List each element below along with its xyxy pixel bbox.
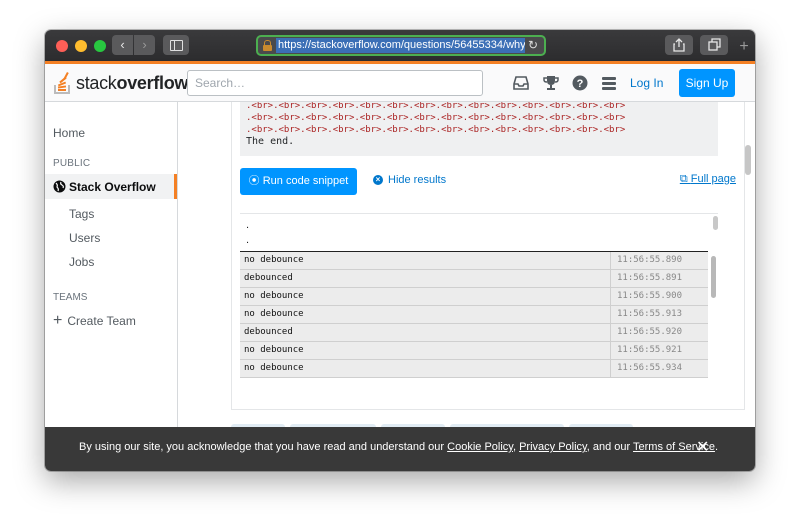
external-link-icon: ⧉: [679, 173, 691, 185]
code-line: .<br>.<br>.<br>.<br>.<br>.<br>.<br>.<br>…: [246, 125, 626, 135]
code-snippet: .<br>.<br>.<br>.<br>.<br>.<br>.<br>.<br>…: [231, 102, 745, 410]
snippet-result-frame[interactable]: . . no debounce 11:56:55.890 debounced 11:…: [240, 213, 718, 379]
address-bar[interactable]: https://stackoverflow.com/questions/5645…: [256, 35, 546, 56]
cookie-banner: By using our site, you acknowledge that …: [45, 427, 755, 471]
log-row: debounced 11:56:55.891: [240, 270, 708, 288]
result-output: . .: [246, 218, 249, 248]
sidebar-item-tags[interactable]: Tags: [69, 207, 94, 221]
forward-button[interactable]: ›: [134, 35, 155, 55]
search-input[interactable]: [188, 71, 482, 95]
log-row: no debounce 11:56:55.934: [240, 360, 708, 378]
cookie-suffix: .: [714, 441, 719, 453]
show-tabs-button[interactable]: [700, 35, 728, 55]
sidebar-item-jobs[interactable]: Jobs: [69, 255, 94, 269]
result-scrollbar[interactable]: [713, 216, 718, 230]
log-message: no debounce: [244, 255, 304, 265]
reload-icon[interactable]: ↻: [528, 37, 538, 54]
log-time: 11:56:55.921: [610, 342, 703, 359]
log-time: 11:56:55.891: [610, 270, 703, 287]
log-time: 11:56:55.913: [610, 306, 703, 323]
cookie-policy-link[interactable]: Cookie Policy: [447, 441, 513, 453]
log-time: 11:56:55.900: [610, 288, 703, 305]
hide-results-button[interactable]: × Hide results: [373, 174, 446, 186]
log-time: 11:56:55.934: [610, 360, 703, 377]
sidebar-item-create-team[interactable]: + Create Team: [53, 312, 136, 329]
new-tab-button[interactable]: +: [734, 37, 754, 57]
log-message: debounced: [244, 327, 293, 337]
log-row: no debounce 11:56:55.913: [240, 306, 708, 324]
sidebar-heading-teams: TEAMS: [53, 292, 88, 303]
sidebar-item-label: Stack Overflow: [69, 180, 156, 194]
log-message: no debounce: [244, 363, 304, 373]
sidebar-item-stack-overflow[interactable]: Stack Overflow: [45, 174, 177, 199]
main-content: .<br>.<br>.<br>.<br>.<br>.<br>.<br>.<br>…: [178, 102, 755, 471]
signup-button[interactable]: Sign Up: [679, 69, 735, 97]
run-snippet-button[interactable]: ⦿ Run code snippet: [240, 168, 357, 195]
close-window-button[interactable]: [56, 40, 68, 52]
close-icon[interactable]: ✕: [696, 437, 709, 457]
svg-text:?: ?: [577, 78, 584, 90]
lock-icon: [263, 40, 272, 51]
page-scrollbar[interactable]: [745, 145, 751, 175]
tabs-icon: [708, 38, 721, 51]
full-page-label: Full page: [690, 173, 736, 185]
code-block[interactable]: .<br>.<br>.<br>.<br>.<br>.<br>.<br>.<br>…: [240, 102, 718, 156]
code-line: .<br>.<br>.<br>.<br>.<br>.<br>.<br>.<br>…: [246, 113, 626, 123]
help-icon[interactable]: ?: [571, 74, 589, 92]
inbox-icon[interactable]: [512, 74, 530, 92]
share-button[interactable]: [665, 35, 693, 55]
sidebar-icon: [170, 40, 183, 51]
code-line: .<br>.<br>.<br>.<br>.<br>.<br>.<br>.<br>…: [246, 102, 626, 111]
run-snippet-label: Run code snippet: [262, 175, 349, 187]
code-line-end: The end.: [246, 136, 295, 147]
cookie-separator: , and our: [586, 441, 634, 453]
sidebar-heading-public: PUBLIC: [53, 158, 91, 169]
back-button[interactable]: ‹: [112, 35, 133, 55]
log-message: no debounce: [244, 345, 304, 355]
play-icon: ⦿: [248, 175, 263, 187]
globe-icon: [53, 180, 66, 193]
browser-window: ‹ › https://stackoverflow.com/questions/…: [45, 30, 755, 471]
sidebar-toggle-button[interactable]: [163, 35, 189, 55]
sidebar-item-home[interactable]: Home: [53, 126, 85, 140]
result-dot: .: [246, 234, 250, 246]
cookie-prefix: By using our site, you acknowledge that …: [79, 441, 448, 453]
hide-results-label: Hide results: [388, 174, 447, 186]
log-message: no debounce: [244, 309, 304, 319]
site-header: stackoverflow ? Log In Sign Up: [45, 61, 755, 102]
search-box[interactable]: [187, 70, 483, 96]
url-text[interactable]: https://stackoverflow.com/questions/5645…: [276, 38, 525, 53]
site-switcher-icon[interactable]: [600, 74, 618, 92]
log-time: 11:56:55.920: [610, 324, 703, 341]
zoom-window-button[interactable]: [94, 40, 106, 52]
sidebar-item-users[interactable]: Users: [69, 231, 100, 245]
minimize-window-button[interactable]: [75, 40, 87, 52]
browser-titlebar: ‹ › https://stackoverflow.com/questions/…: [45, 30, 755, 61]
log-row: no debounce 11:56:55.921: [240, 342, 708, 360]
result-dot: .: [246, 219, 250, 231]
log-row: no debounce 11:56:55.900: [240, 288, 708, 306]
stackoverflow-logo[interactable]: stackoverflow: [53, 69, 188, 97]
full-page-link[interactable]: ⧉ Full page: [680, 173, 736, 186]
cookie-text: By using our site, you acknowledge that …: [79, 441, 718, 453]
logo-text-plain: stack: [76, 72, 117, 93]
login-button[interactable]: Log In: [630, 74, 663, 92]
log-row: debounced 11:56:55.920: [240, 324, 708, 342]
plus-icon: +: [53, 312, 63, 329]
left-sidebar: Home PUBLIC Stack Overflow Tags Users Jo…: [45, 102, 178, 471]
share-icon: [673, 38, 685, 52]
privacy-policy-link[interactable]: Privacy Policy: [519, 441, 587, 453]
trophy-icon[interactable]: [542, 74, 560, 92]
log-row: no debounce 11:56:55.890: [240, 252, 708, 270]
console-scrollbar[interactable]: [711, 256, 716, 298]
log-time: 11:56:55.890: [610, 252, 703, 269]
console-log: no debounce 11:56:55.890 debounced 11:56:5…: [240, 252, 708, 378]
stackoverflow-logo-icon: [54, 71, 70, 94]
log-message: debounced: [244, 273, 293, 283]
log-message: no debounce: [244, 291, 304, 301]
close-circle-icon: ×: [373, 175, 383, 185]
logo-text-bold: overflow: [116, 72, 189, 93]
sidebar-item-label: Create Team: [67, 314, 136, 328]
